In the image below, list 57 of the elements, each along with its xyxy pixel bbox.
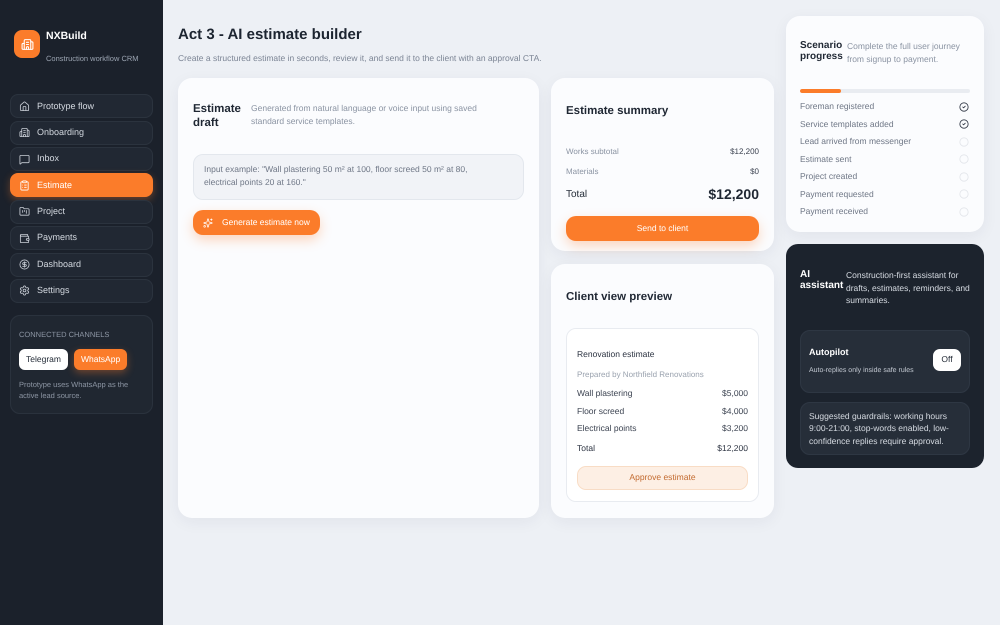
folder-icon xyxy=(19,206,30,218)
line-item-value: $5,000 xyxy=(722,387,748,400)
clipboard-icon xyxy=(19,180,30,191)
input-field[interactable]: Input example: "Wall plastering 50 m² at 100, floor screed 50 m² at 80, electrical points 20 at 160." xyxy=(193,154,524,200)
sparkle-icon xyxy=(203,218,213,228)
card-description: Complete the full user journey from signup to payment. xyxy=(847,40,961,65)
channel-button[interactable]: Telegram xyxy=(19,348,68,370)
guardrails-note: Suggested guardrails: working hours 9:00-21:00, stop-words enabled, low-confidence replies require approval. xyxy=(800,402,970,455)
document-title: Renovation estimate xyxy=(577,348,656,360)
step-label: Estimate sent xyxy=(800,152,852,166)
total-label: Total xyxy=(577,442,595,455)
dollar-icon xyxy=(19,259,30,270)
card-title: Client view preview xyxy=(566,290,674,304)
approve-button[interactable]: Approve estimate xyxy=(577,466,748,490)
logo-icon xyxy=(14,30,40,58)
step-label: Payment received xyxy=(800,205,868,218)
nav-item[interactable]: Project xyxy=(10,200,153,224)
step-label: Project created xyxy=(800,170,858,184)
settings-icon xyxy=(19,285,30,296)
page-title: Act 3 - AI estimate builder xyxy=(178,26,363,44)
card-title: Estimate summary xyxy=(566,104,670,118)
autopilot-toggle[interactable]: Off xyxy=(933,348,961,370)
card-title: AI assistant xyxy=(800,269,844,293)
line-item-value: $3,200 xyxy=(722,422,748,436)
card-title: Scenario progress xyxy=(800,40,844,64)
nav-item[interactable]: Payments xyxy=(10,226,153,250)
nav-item[interactable]: Prototype flow xyxy=(10,94,153,118)
brand-name: NXBuild xyxy=(46,30,88,43)
card-description: Generated from natural language or voice input using saved standard service templates. xyxy=(251,102,478,128)
summary-value: $0 xyxy=(750,166,759,178)
nav-item[interactable]: Inbox xyxy=(10,147,153,172)
document-author: Prepared by Northfield Renovations xyxy=(577,369,705,381)
page-subtitle: Create a structured estimate in seconds, review it, and send it to the client with an approval CTA. xyxy=(178,53,543,64)
nav-item[interactable]: Onboarding xyxy=(10,120,153,145)
total-label: Total xyxy=(566,188,588,202)
nav-item[interactable]: Settings xyxy=(10,278,153,303)
line-item-label: Wall plastering xyxy=(577,387,632,400)
autopilot-title: Autopilot xyxy=(809,346,850,358)
step-label: Payment requested xyxy=(800,188,874,201)
building-icon xyxy=(19,127,30,138)
total-value: $12,200 xyxy=(708,184,759,204)
summary-value: $12,200 xyxy=(730,146,759,158)
step-label: Foreman registered xyxy=(800,100,874,114)
line-item-value: $4,000 xyxy=(722,404,748,418)
card-description: Construction-first assistant for drafts, estimates, reminders, and summaries. xyxy=(846,269,970,306)
home-icon xyxy=(19,100,30,112)
summary-label: Materials xyxy=(566,166,598,178)
step-label: Lead arrived from messenger xyxy=(800,135,912,148)
chat-icon xyxy=(19,154,30,165)
total-value: $12,200 xyxy=(717,442,748,455)
summary-label: Works subtotal xyxy=(566,146,619,158)
line-item-label: Electrical points xyxy=(577,422,637,436)
wallet-icon xyxy=(19,232,30,244)
line-item-label: Floor screed xyxy=(577,404,624,418)
card-title: Estimate draft xyxy=(193,102,242,130)
step-label: Service templates added xyxy=(800,118,894,131)
nav-item[interactable]: Dashboard xyxy=(10,252,153,277)
